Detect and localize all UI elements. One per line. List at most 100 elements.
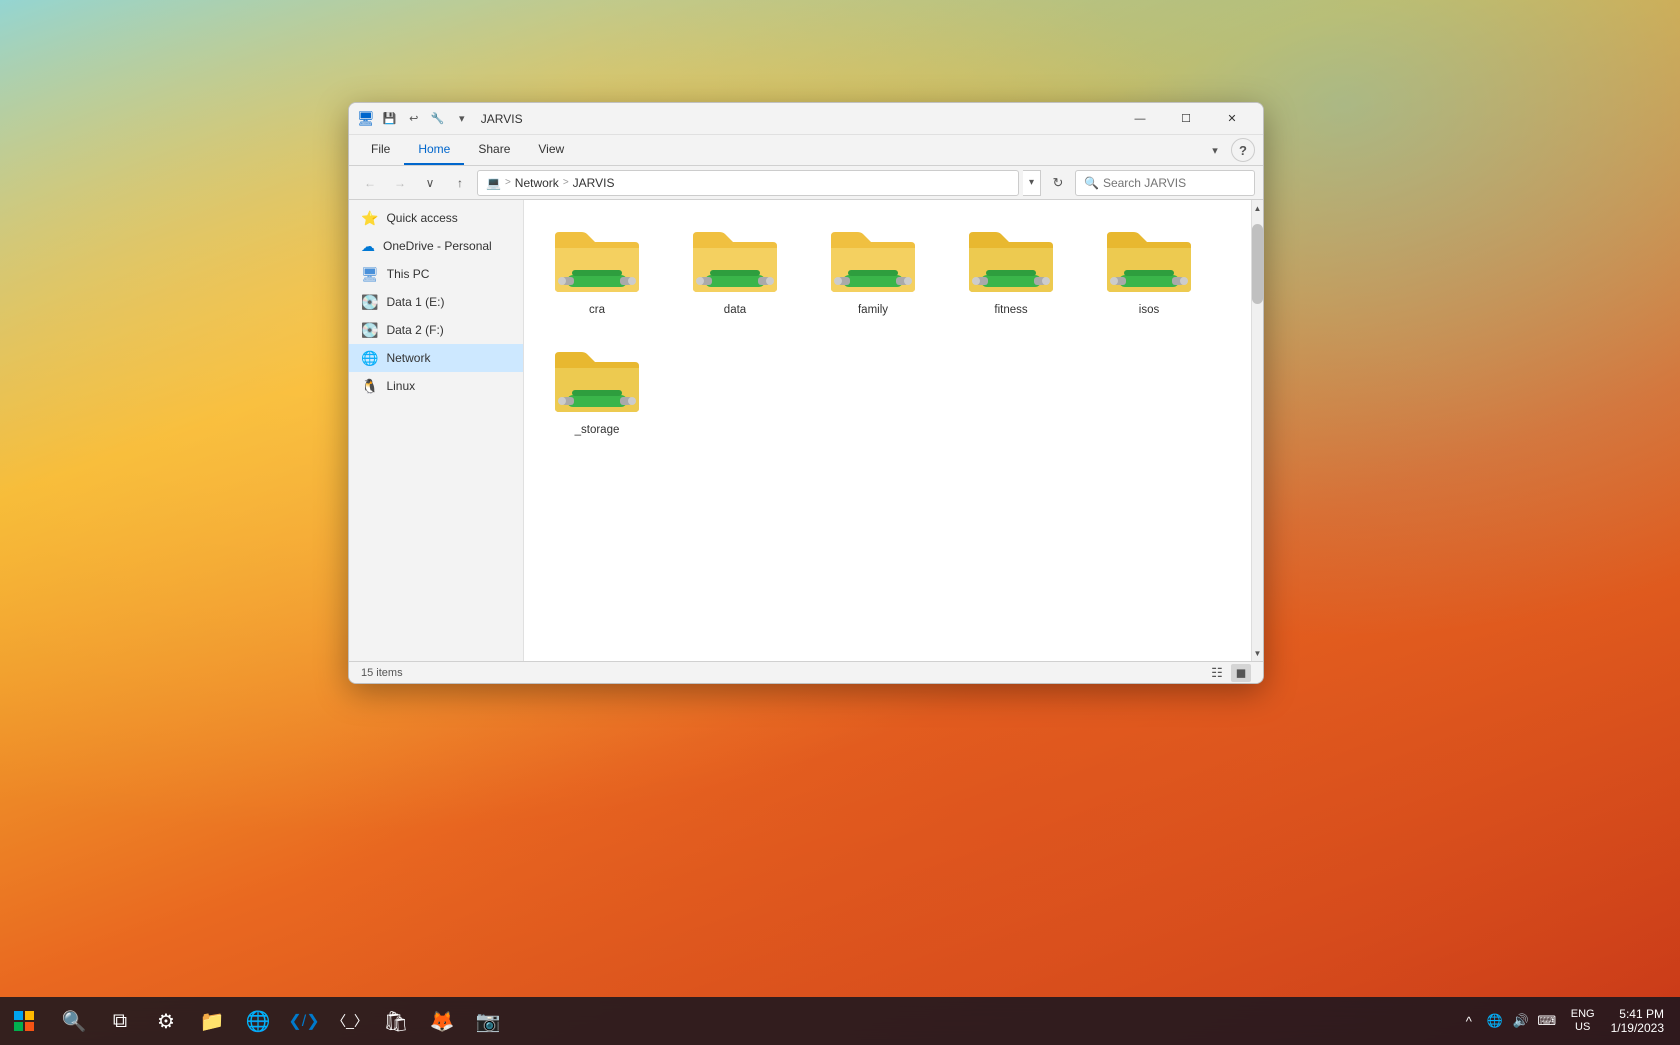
taskbar-right-area: ^ 🌐 🔊 ⌨ ENG US 5:41 PM 1/19/2023 — [1453, 1007, 1680, 1035]
taskbar-search[interactable]: 🔍 — [52, 999, 96, 1043]
forward-button[interactable]: → — [387, 170, 413, 196]
sidebar-label-quick-access: Quick access — [386, 211, 457, 225]
address-bar: ← → ∨ ↑ 💻 > Network > JARVIS ▾ ↻ 🔍 — [349, 166, 1263, 200]
folder-storage-label: _storage — [575, 424, 620, 436]
folder-cra-label: cra — [589, 304, 605, 316]
search-icon: 🔍 — [1084, 176, 1099, 190]
folder-isos[interactable]: isos — [1084, 212, 1214, 324]
refresh-button[interactable]: ↻ — [1045, 170, 1071, 196]
file-explorer-window: 🖥 💾 ↩ 🔧 ▾ JARVIS — ☐ ✕ File Home Share V… — [348, 102, 1264, 684]
sidebar: ⭐ Quick access ☁ OneDrive - Personal 🖥 T… — [349, 200, 524, 661]
folder-fitness-icon — [961, 220, 1061, 300]
tray-keyboard[interactable]: ⌨ — [1537, 1011, 1557, 1031]
folder-family-icon — [823, 220, 923, 300]
tab-share[interactable]: Share — [464, 135, 524, 165]
help-button[interactable]: ? — [1231, 138, 1255, 162]
content-area: ⭐ Quick access ☁ OneDrive - Personal 🖥 T… — [349, 200, 1263, 661]
taskbar-settings[interactable]: ⚙ — [144, 999, 188, 1043]
save-button[interactable]: 💾 — [379, 108, 401, 130]
sidebar-item-this-pc[interactable]: 🖥 This PC — [349, 260, 523, 288]
taskbar-edge[interactable]: 🌐 — [236, 999, 280, 1043]
vertical-scrollbar[interactable]: ▲ ▼ — [1251, 200, 1263, 661]
tab-view[interactable]: View — [524, 135, 578, 165]
windows-logo-icon — [14, 1011, 34, 1031]
taskbar-firefox[interactable]: 🦊 — [420, 999, 464, 1043]
item-count: 15 items — [361, 667, 403, 679]
taskbar-explorer[interactable]: 📁 — [190, 999, 234, 1043]
data1-icon: 💽 — [361, 294, 378, 311]
scroll-up-button[interactable]: ▲ — [1252, 200, 1263, 216]
properties-button[interactable]: 🔧 — [427, 108, 449, 130]
folder-storage[interactable]: _storage — [532, 332, 662, 444]
undo-button[interactable]: ↩ — [403, 108, 425, 130]
close-button[interactable]: ✕ — [1209, 103, 1255, 135]
files-area: cra data — [524, 200, 1251, 661]
large-icons-view-button[interactable]: ◼ — [1231, 664, 1251, 682]
search-box[interactable]: 🔍 — [1075, 170, 1255, 196]
tray-volume[interactable]: 🔊 — [1511, 1011, 1531, 1031]
taskbar-language[interactable]: ENG US — [1567, 1008, 1599, 1034]
folder-cra[interactable]: cra — [532, 212, 662, 324]
scroll-down-button[interactable]: ▼ — [1252, 645, 1263, 661]
tab-file[interactable]: File — [357, 135, 404, 165]
taskbar-store[interactable]: 🛍 — [374, 999, 418, 1043]
taskbar: 🔍 ⧉ ⚙ 📁 🌐 ❮/❯ 〈_〉 🛍 🦊 📷 ^ 🌐 🔊 ⌨ ENG US 5… — [0, 997, 1680, 1045]
taskbar-clock[interactable]: 5:41 PM 1/19/2023 — [1603, 1007, 1672, 1035]
address-dropdown-button[interactable]: ▾ — [1023, 170, 1041, 196]
sidebar-item-data1[interactable]: 💽 Data 1 (E:) — [349, 288, 523, 316]
back-button[interactable]: ← — [357, 170, 383, 196]
taskbar-vscode[interactable]: ❮/❯ — [282, 999, 326, 1043]
path-icon: 💻 — [486, 176, 501, 190]
folder-family-label: family — [858, 304, 888, 316]
ribbon-expand-button[interactable]: ▾ — [1203, 138, 1227, 162]
ribbon-tab-bar: File Home Share View ▾ ? — [349, 135, 1263, 165]
recent-locations-button[interactable]: ∨ — [417, 170, 443, 196]
linux-icon: 🐧 — [361, 378, 378, 395]
sidebar-item-data2[interactable]: 💽 Data 2 (F:) — [349, 316, 523, 344]
quick-access-toolbar: 💾 ↩ 🔧 ▾ — [379, 108, 473, 130]
sidebar-label-linux: Linux — [386, 379, 415, 393]
status-bar: 15 items ☷ ◼ — [349, 661, 1263, 683]
sidebar-item-network[interactable]: 🌐 Network — [349, 344, 523, 372]
path-segment-network[interactable]: Network — [515, 176, 559, 190]
sidebar-label-this-pc: This PC — [387, 267, 430, 281]
folder-cra-icon — [547, 220, 647, 300]
window-icon: 🖥 — [357, 110, 375, 127]
sidebar-label-data1: Data 1 (E:) — [386, 295, 444, 309]
window-title: JARVIS — [481, 112, 1117, 126]
minimize-button[interactable]: — — [1117, 103, 1163, 135]
folder-isos-label: isos — [1139, 304, 1159, 316]
network-icon: 🌐 — [361, 350, 378, 367]
scroll-thumb[interactable] — [1252, 224, 1263, 304]
start-button[interactable] — [0, 997, 48, 1045]
sidebar-label-onedrive: OneDrive - Personal — [383, 239, 492, 253]
folder-family[interactable]: family — [808, 212, 938, 324]
details-view-button[interactable]: ☷ — [1207, 664, 1227, 682]
tray-chevron[interactable]: ^ — [1459, 1011, 1479, 1031]
tab-home[interactable]: Home — [404, 135, 464, 165]
this-pc-icon: 🖥 — [361, 266, 379, 283]
taskbar-photos[interactable]: 📷 — [466, 999, 510, 1043]
folder-fitness[interactable]: fitness — [946, 212, 1076, 324]
folder-data-label: data — [724, 304, 746, 316]
address-path[interactable]: 💻 > Network > JARVIS — [477, 170, 1019, 196]
folder-data[interactable]: data — [670, 212, 800, 324]
sidebar-item-quick-access[interactable]: ⭐ Quick access — [349, 204, 523, 232]
view-controls: ☷ ◼ — [1207, 664, 1251, 682]
onedrive-icon: ☁ — [361, 238, 375, 255]
sidebar-label-network: Network — [386, 351, 430, 365]
ribbon: File Home Share View ▾ ? — [349, 135, 1263, 166]
search-input[interactable] — [1103, 176, 1246, 190]
window-controls: — ☐ ✕ — [1117, 103, 1255, 135]
path-segment-jarvis[interactable]: JARVIS — [573, 176, 615, 190]
tray-network[interactable]: 🌐 — [1485, 1011, 1505, 1031]
taskbar-tray: ^ 🌐 🔊 ⌨ — [1453, 1011, 1563, 1031]
maximize-button[interactable]: ☐ — [1163, 103, 1209, 135]
taskbar-taskview[interactable]: ⧉ — [98, 999, 142, 1043]
taskbar-terminal[interactable]: 〈_〉 — [328, 999, 372, 1043]
sidebar-item-linux[interactable]: 🐧 Linux — [349, 372, 523, 400]
customize-button[interactable]: ▾ — [451, 108, 473, 130]
up-button[interactable]: ↑ — [447, 170, 473, 196]
taskbar-app-icons: 🔍 ⧉ ⚙ 📁 🌐 ❮/❯ 〈_〉 🛍 🦊 📷 — [48, 999, 514, 1043]
sidebar-item-onedrive[interactable]: ☁ OneDrive - Personal — [349, 232, 523, 260]
